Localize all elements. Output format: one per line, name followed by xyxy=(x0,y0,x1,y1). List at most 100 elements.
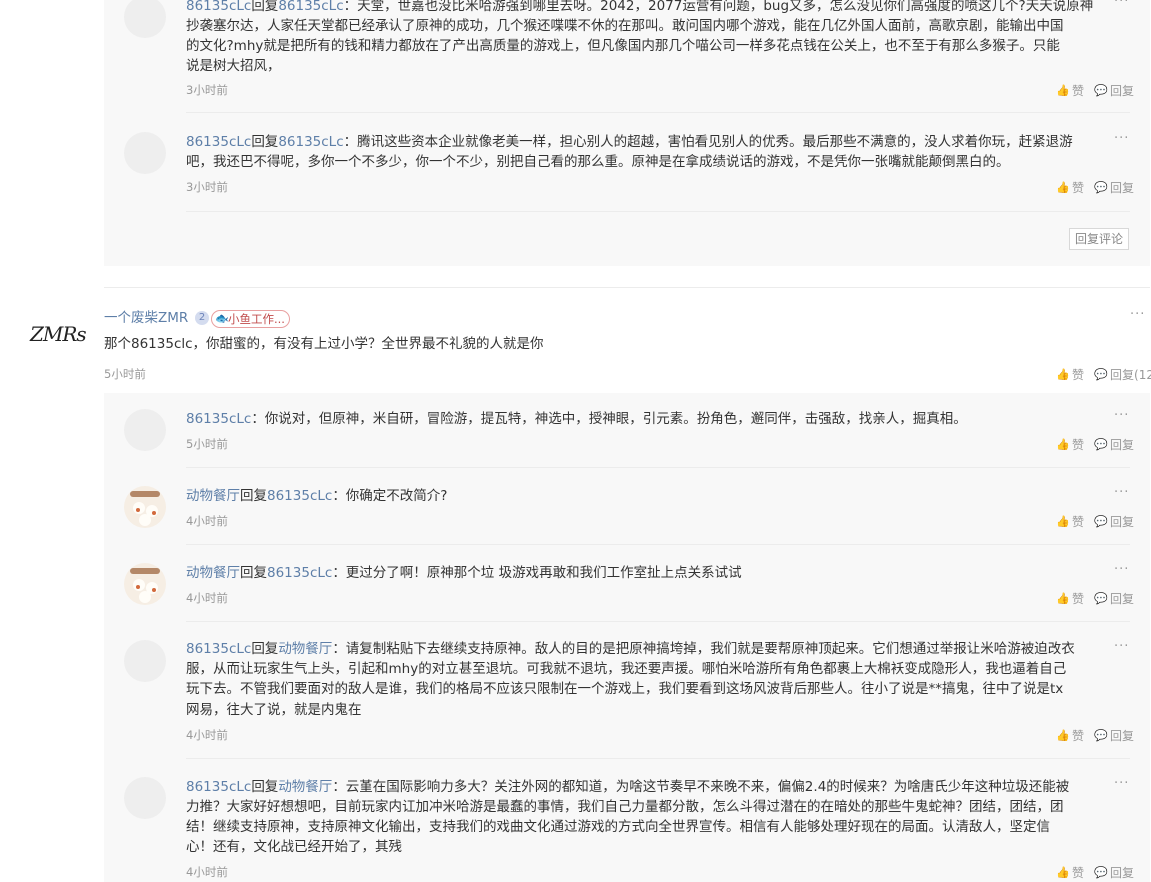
reply-content: ：请复制粘贴下去继续支持原神。敌人的目的是把原神搞垮掉，我们就是要帮原神顶起来。… xyxy=(332,641,1075,657)
reply-actions: 👍 赞 💬 回复 xyxy=(1056,590,1134,607)
reply-button[interactable]: 回复 xyxy=(1110,179,1134,196)
comment-actions: 👍赞 💬回复(12) xyxy=(1056,366,1151,383)
comment-icon[interactable]: 💬 xyxy=(1094,592,1108,605)
more-menu-icon[interactable]: ··· xyxy=(1130,307,1145,322)
divider xyxy=(186,621,1130,622)
comment-icon[interactable]: 💬 xyxy=(1094,729,1108,742)
comment-icon[interactable]: 💬 xyxy=(1094,368,1108,381)
reply-text-line: 的文化?mhy就是把所有的钱和精力都放在了产出高质量的游戏上，但凡像国内那几个喵… xyxy=(186,38,1060,54)
reply-text-line: 心！还有，文化战已经开始了，其残 xyxy=(186,839,402,855)
like-button[interactable]: 赞 xyxy=(1072,590,1084,607)
avatar[interactable] xyxy=(124,777,166,819)
reply-target[interactable]: 86135cLc xyxy=(278,134,343,150)
reply-word: 回复 xyxy=(251,641,279,657)
fan-tag[interactable]: 🐟 小鱼工作... xyxy=(211,310,290,328)
divider xyxy=(186,467,1130,468)
reply-author[interactable]: 86135cLc xyxy=(186,641,251,657)
thumbs-up-icon[interactable]: 👍 xyxy=(1056,84,1070,97)
more-menu-icon[interactable]: ··· xyxy=(1114,485,1129,500)
reply-text-line: 86135cLc回复86135cLc：腾讯这些资本企业就像老美一样，担心别人的超… xyxy=(186,132,1073,152)
thumbs-up-icon[interactable]: 👍 xyxy=(1056,729,1070,742)
fan-tag-label: 小鱼工作... xyxy=(228,312,285,326)
reply-word: 回复 xyxy=(240,488,267,504)
reply-text-line: 动物餐厅回复86135cLc：你确定不改简介? xyxy=(186,486,447,506)
thumbs-up-icon[interactable]: 👍 xyxy=(1056,515,1070,528)
reply-button[interactable]: 回复 xyxy=(1110,864,1134,881)
reply-button[interactable]: 回复 xyxy=(1110,590,1134,607)
like-button[interactable]: 赞 xyxy=(1072,179,1084,196)
reply-content: ：天堂，世嘉也没比米哈游强到哪里去呀。2042，2077运营有问题，bug又多，… xyxy=(343,0,1094,14)
reply-author[interactable]: 86135cLc xyxy=(186,411,251,427)
reply-target[interactable]: 86135cLc xyxy=(278,0,343,14)
reply-author[interactable]: 86135cLc xyxy=(186,134,251,150)
reply-word: 回复 xyxy=(251,0,279,14)
thumbs-up-icon[interactable]: 👍 xyxy=(1056,368,1070,381)
reply-actions: 👍 赞 💬 回复 xyxy=(1056,513,1134,530)
thumbs-up-icon[interactable]: 👍 xyxy=(1056,438,1070,451)
reply-content: ：你说对，但原神，米自研，冒险游，提瓦特，神选中，授神眼，引元素。扮角色，邂同伴… xyxy=(251,411,967,427)
fish-icon: 🐟 xyxy=(215,312,229,325)
reply-word: 回复 xyxy=(251,779,279,795)
like-button[interactable]: 赞 xyxy=(1072,864,1084,881)
signature-avatar[interactable]: ZMRs xyxy=(30,322,87,346)
more-menu-icon[interactable]: ··· xyxy=(1114,639,1129,654)
reply-author[interactable]: 86135cLc xyxy=(186,779,251,795)
reply-author[interactable]: 动物餐厅 xyxy=(186,565,240,581)
level-badge: 2 xyxy=(195,311,209,325)
avatar[interactable] xyxy=(124,132,166,174)
reply-target[interactable]: 动物餐厅 xyxy=(278,779,332,795)
reply-count-button[interactable]: 回复(12) xyxy=(1110,366,1151,383)
reply-comment-button[interactable]: 回复评论 xyxy=(1069,228,1130,250)
reply-text-line: 86135cLc回复动物餐厅：云堇在国际影响力多大？关注外网的都知道，为啥这节奏… xyxy=(186,777,1069,797)
comment-icon[interactable]: 💬 xyxy=(1094,866,1108,879)
reply-target[interactable]: 86135cLc xyxy=(267,565,332,581)
reply-actions: 👍 赞 💬 回复 xyxy=(1056,179,1134,196)
reply-button[interactable]: 回复 xyxy=(1110,727,1134,744)
reply-time: 5小时前 xyxy=(186,437,228,451)
like-button[interactable]: 赞 xyxy=(1072,82,1084,99)
reply-target[interactable]: 86135cLc xyxy=(267,488,332,504)
thumbs-up-icon[interactable]: 👍 xyxy=(1056,866,1070,879)
reply-actions: 👍 赞 💬 回复 xyxy=(1056,436,1134,453)
avatar[interactable] xyxy=(124,409,166,451)
like-button[interactable]: 赞 xyxy=(1072,436,1084,453)
comment-icon[interactable]: 💬 xyxy=(1094,84,1108,97)
reply-button[interactable]: 回复 xyxy=(1110,82,1134,99)
reply-word: 回复 xyxy=(240,565,267,581)
avatar[interactable] xyxy=(124,563,166,605)
reply-button[interactable]: 回复 xyxy=(1110,436,1134,453)
reply-author[interactable]: 86135cLc xyxy=(186,0,251,14)
comment-icon[interactable]: 💬 xyxy=(1094,515,1108,528)
reply-content: ：云堇在国际影响力多大？关注外网的都知道，为啥这节奏早不来晚不来，偏偏2.4的时… xyxy=(332,779,1070,795)
divider xyxy=(186,211,1130,212)
reply-time: 4小时前 xyxy=(186,514,228,528)
reply-time: 3小时前 xyxy=(186,83,228,97)
more-menu-icon[interactable]: ··· xyxy=(1114,408,1129,423)
reply-text-line: 86135cLc回复动物餐厅：请复制粘贴下去继续支持原神。敌人的目的是把原神搞垮… xyxy=(186,639,1075,659)
more-menu-icon[interactable]: ··· xyxy=(1114,0,1129,9)
more-menu-icon[interactable]: ··· xyxy=(1114,776,1129,791)
more-menu-icon[interactable]: ··· xyxy=(1114,562,1129,577)
reply-target[interactable]: 动物餐厅 xyxy=(278,641,332,657)
avatar[interactable] xyxy=(124,486,166,528)
avatar[interactable] xyxy=(124,640,166,682)
reply-button[interactable]: 回复 xyxy=(1110,513,1134,530)
reply-text-line: 结！继续支持原神，支持原神文化输出，支持我们的戏曲文化通过游戏的方式向全世界宣传… xyxy=(186,819,1050,835)
like-button[interactable]: 赞 xyxy=(1072,366,1084,383)
thumbs-up-icon[interactable]: 👍 xyxy=(1056,592,1070,605)
reply-text-line: 动物餐厅回复86135cLc：更过分了啊！原神那个垃 圾游戏再敢和我们工作室扯上… xyxy=(186,563,742,583)
reply-text-line: 网易，往大了说，就是内鬼在 xyxy=(186,702,362,718)
thumbs-up-icon[interactable]: 👍 xyxy=(1056,181,1070,194)
reply-content: ：更过分了啊！原神那个垃 圾游戏再敢和我们工作室扯上点关系试试 xyxy=(332,565,742,581)
comment-icon[interactable]: 💬 xyxy=(1094,181,1108,194)
comment-icon[interactable]: 💬 xyxy=(1094,438,1108,451)
like-button[interactable]: 赞 xyxy=(1072,513,1084,530)
reply-word: 回复 xyxy=(251,134,279,150)
comment-author[interactable]: 一个废柴ZMR xyxy=(104,308,188,328)
more-menu-icon[interactable]: ··· xyxy=(1114,131,1129,146)
like-button[interactable]: 赞 xyxy=(1072,727,1084,744)
divider xyxy=(186,758,1130,759)
reply-text-line: 玩下去。不管我们要面对的敌人是谁，我们的格局不应该只限制在一个游戏上，我们要看到… xyxy=(186,681,1064,697)
reply-author[interactable]: 动物餐厅 xyxy=(186,488,240,504)
reply-time: 4小时前 xyxy=(186,728,228,742)
